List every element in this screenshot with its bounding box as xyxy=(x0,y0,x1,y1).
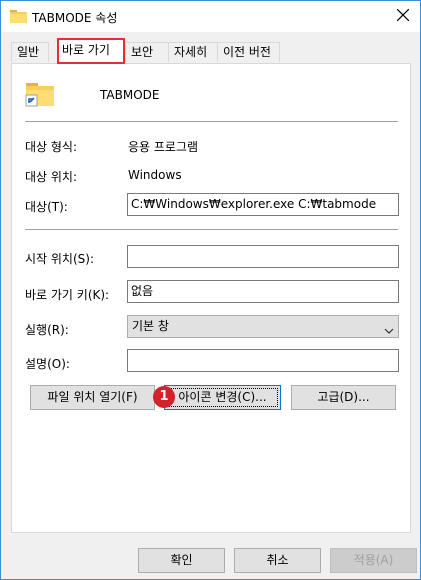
tab-details[interactable]: 자세히 xyxy=(168,42,218,62)
folder-icon xyxy=(10,9,27,23)
change-icon-button[interactable]: 아이콘 변경(C)... xyxy=(164,385,281,410)
tab-security[interactable]: 보안 xyxy=(125,42,169,62)
target-type-label: 대상 형식: xyxy=(25,140,78,154)
divider xyxy=(25,229,398,230)
tab-general[interactable]: 일반 xyxy=(11,42,49,62)
start-in-label: 시작 위치(S): xyxy=(25,252,94,266)
window-title: TABMODE 속성 xyxy=(32,11,118,25)
shortcut-key-label: 바로 가기 키(K): xyxy=(25,288,110,302)
target-type-value: 응용 프로그램 xyxy=(128,140,199,154)
run-label: 실행(R): xyxy=(25,323,69,337)
shortcut-name: TABMODE xyxy=(100,88,160,102)
target-label: 대상(T): xyxy=(25,200,68,214)
close-icon xyxy=(396,8,410,24)
advanced-button[interactable]: 고급(D)... xyxy=(291,385,396,410)
properties-window: TABMODE 속성 일반 보안 자세히 이전 버전 바로 가기 TABMODE… xyxy=(0,0,421,580)
tab-shortcut[interactable]: 바로 가기 xyxy=(57,38,125,64)
title-bar: TABMODE 속성 xyxy=(1,1,420,32)
comment-field[interactable] xyxy=(127,349,399,372)
target-location-value: Windows xyxy=(128,168,182,182)
run-select[interactable]: 기본 창 xyxy=(127,315,399,338)
shortcut-folder-icon xyxy=(25,80,55,108)
target-location-label: 대상 위치: xyxy=(25,170,78,184)
focus-rectangle xyxy=(167,388,278,407)
open-file-location-button[interactable]: 파일 위치 열기(F) xyxy=(30,385,155,410)
ok-button[interactable]: 확인 xyxy=(138,548,225,573)
divider xyxy=(25,121,398,122)
tab-previous-versions[interactable]: 이전 버전 xyxy=(217,42,280,62)
start-in-field[interactable] xyxy=(127,245,399,268)
comment-label: 설명(O): xyxy=(25,357,70,371)
run-select-value: 기본 창 xyxy=(132,319,169,333)
apply-button[interactable]: 적용(A) xyxy=(330,548,417,573)
close-button[interactable] xyxy=(386,1,420,32)
shortcut-key-field[interactable]: 없음 xyxy=(127,280,399,303)
step-badge: 1 xyxy=(153,386,175,408)
target-field[interactable]: C:₩Windows₩explorer.exe C:₩tabmode xyxy=(127,193,399,216)
chevron-down-icon xyxy=(384,322,394,334)
cancel-button[interactable]: 취소 xyxy=(234,548,321,573)
